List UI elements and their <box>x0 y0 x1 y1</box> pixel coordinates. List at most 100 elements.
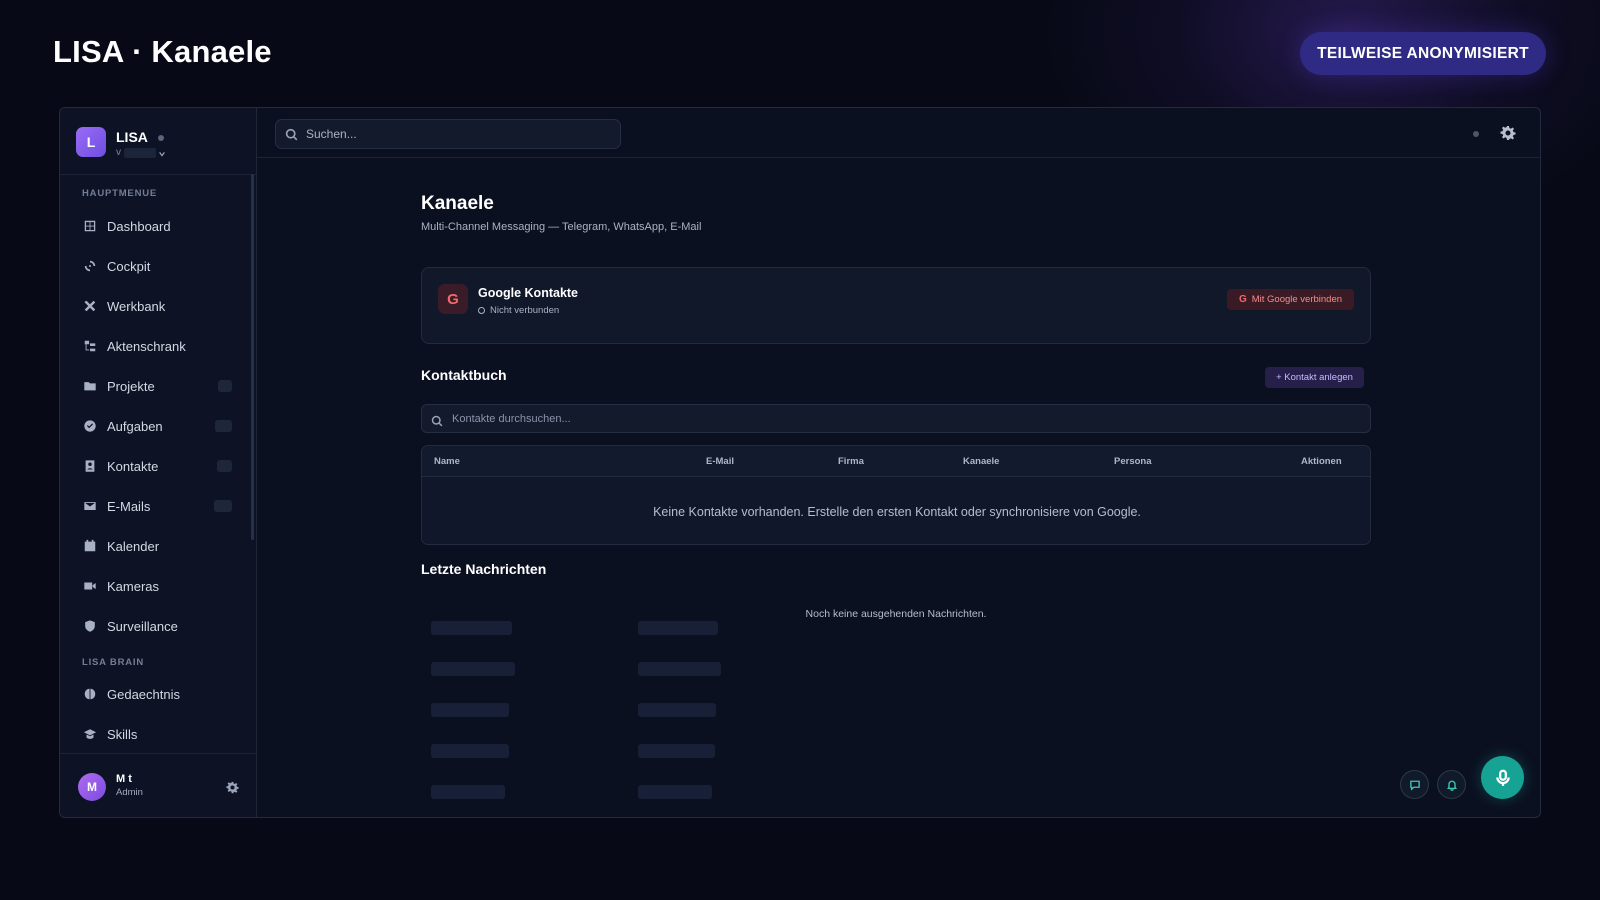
calendar-icon <box>82 538 98 554</box>
skeleton-placeholder <box>638 703 716 717</box>
contact-search-input[interactable] <box>452 405 1352 432</box>
section-label-brain: LISA BRAIN <box>82 657 145 668</box>
sidebar-item-skills[interactable]: Skills <box>76 718 234 750</box>
contacts-table: Name E-Mail Firma Kanaele Persona Aktion… <box>421 445 1371 545</box>
voice-input-button[interactable] <box>1481 756 1524 799</box>
main-content: Kanaele Multi-Channel Messaging — Telegr… <box>257 159 1540 817</box>
status-dot <box>158 135 164 141</box>
connection-status: Nicht verbunden <box>478 305 559 316</box>
cockpit-icon <box>82 258 98 274</box>
column-header-email[interactable]: E-Mail <box>706 456 734 467</box>
sidebar-item-dashboard[interactable]: Dashboard <box>76 210 234 242</box>
sidebar-item-label: Dashboard <box>107 218 171 234</box>
sidebar-item-aktenschrank[interactable]: Aktenschrank <box>76 330 234 362</box>
column-header-firma[interactable]: Firma <box>838 456 864 467</box>
skeleton-placeholder <box>431 703 509 717</box>
chat-icon <box>1409 780 1420 791</box>
user-profile[interactable]: M M t Admin <box>60 753 257 817</box>
count-badge <box>215 420 232 432</box>
count-badge <box>214 500 232 512</box>
gear-icon[interactable] <box>226 781 239 794</box>
column-header-persona[interactable]: Persona <box>1114 456 1152 467</box>
sidebar-item-label: Werkbank <box>107 298 166 314</box>
sidebar-item-label: Skills <box>107 726 138 742</box>
avatar: M <box>78 773 106 801</box>
sidebar-item-label: Kontakte <box>107 458 159 474</box>
sidebar-item-label: Kameras <box>107 578 160 594</box>
search-icon <box>431 414 443 427</box>
google-contacts-card: G Google Kontakte Nicht verbunden G Mit … <box>421 267 1371 344</box>
brand-name: LISA <box>116 129 148 145</box>
chevron-down-icon[interactable] <box>158 150 166 158</box>
camera-icon <box>82 578 98 594</box>
sidebar-item-gedaechtnis[interactable]: Gedaechtnis <box>76 678 234 710</box>
sidebar-item-cockpit[interactable]: Cockpit <box>76 250 234 282</box>
google-icon: G <box>438 284 468 314</box>
add-contact-button[interactable]: + Kontakt anlegen <box>1265 367 1364 388</box>
skeleton-placeholder <box>431 662 515 676</box>
shield-icon <box>82 618 98 634</box>
skeleton-placeholder <box>638 785 712 799</box>
contacts-section-title: Kontaktbuch <box>421 367 507 383</box>
search-input[interactable] <box>306 120 606 148</box>
sidebar-item-label: Aufgaben <box>107 418 163 434</box>
messages-section-title: Letzte Nachrichten <box>421 561 547 577</box>
brand-version: v <box>116 147 121 158</box>
skeleton-placeholder <box>431 621 512 635</box>
folder-icon <box>82 378 98 394</box>
skeleton-placeholder <box>638 744 715 758</box>
column-header-name[interactable]: Name <box>434 456 460 467</box>
count-badge <box>218 380 232 392</box>
notifications-button[interactable] <box>1437 770 1466 799</box>
graduation-cap-icon <box>82 726 98 742</box>
status-text: Nicht verbunden <box>490 305 560 316</box>
contact-search[interactable] <box>421 404 1371 433</box>
sidebar-scrollbar[interactable] <box>251 174 254 540</box>
skeleton-placeholder <box>431 744 509 758</box>
sidebar-item-kalender[interactable]: Kalender <box>76 530 234 562</box>
redacted-block <box>124 148 156 158</box>
google-card-title: Google Kontakte <box>478 286 579 300</box>
sidebar-item-kontakte[interactable]: Kontakte <box>76 450 234 482</box>
topbar <box>257 108 1540 158</box>
check-circle-icon <box>82 418 98 434</box>
content-subtitle: Multi-Channel Messaging — Telegram, What… <box>421 221 702 233</box>
dashboard-icon <box>82 218 98 234</box>
divider <box>60 174 257 175</box>
contacts-icon <box>82 458 98 474</box>
sidebar-item-kameras[interactable]: Kameras <box>76 570 234 602</box>
bell-icon <box>1446 780 1457 791</box>
status-ring-icon <box>478 307 485 314</box>
sidebar-item-label: Surveillance <box>107 618 178 634</box>
connect-google-button[interactable]: G Mit Google verbinden <box>1227 289 1354 310</box>
sidebar: L LISA v HAUPTMENUE Dashboard Cockpit We… <box>60 108 257 817</box>
sidebar-item-surveillance[interactable]: Surveillance <box>76 610 234 642</box>
column-header-aktionen[interactable]: Aktionen <box>1301 456 1342 467</box>
sidebar-item-werkbank[interactable]: Werkbank <box>76 290 234 322</box>
sidebar-item-label: Cockpit <box>107 258 151 274</box>
brand[interactable]: L LISA v <box>76 127 246 159</box>
sidebar-item-aufgaben[interactable]: Aufgaben <box>76 410 234 442</box>
sidebar-item-emails[interactable]: E-Mails <box>76 490 234 522</box>
page-title: LISA · Kanaele <box>53 34 272 69</box>
user-role: Admin <box>116 787 143 798</box>
contacts-empty-message: Keine Kontakte vorhanden. Erstelle den e… <box>653 505 1141 519</box>
sidebar-item-label: Kalender <box>107 538 160 554</box>
content-title: Kanaele <box>421 193 494 214</box>
chat-button[interactable] <box>1400 770 1429 799</box>
tools-icon <box>82 298 98 314</box>
sidebar-item-label: Aktenschrank <box>107 338 186 354</box>
connect-google-label: Mit Google verbinden <box>1251 294 1343 305</box>
sidebar-item-projekte[interactable]: Projekte <box>76 370 234 402</box>
sidebar-item-label: Projekte <box>107 378 155 394</box>
settings-icon[interactable] <box>1500 125 1516 141</box>
column-header-kanaele[interactable]: Kanaele <box>963 456 999 467</box>
skeleton-placeholder <box>431 785 505 799</box>
folder-tree-icon <box>82 338 98 354</box>
brand-logo: L <box>76 127 106 157</box>
global-search[interactable] <box>275 119 621 149</box>
sidebar-item-label: Gedaechtnis <box>107 686 180 702</box>
microphone-icon <box>1495 769 1510 786</box>
table-header: Name E-Mail Firma Kanaele Persona Aktion… <box>422 446 1370 477</box>
messages-empty-message: Noch keine ausgehenden Nachrichten. <box>805 608 987 620</box>
